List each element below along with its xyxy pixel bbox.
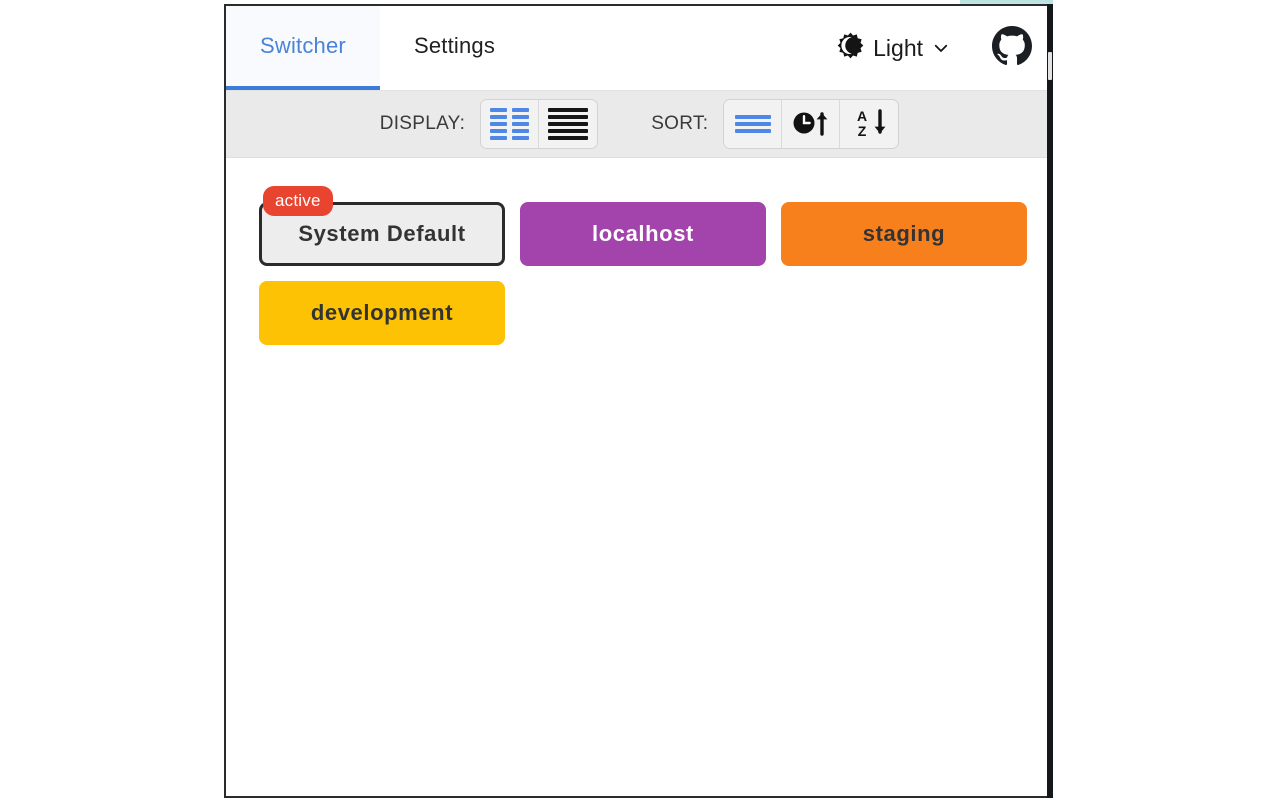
list-view-icon bbox=[548, 108, 588, 140]
svg-text:A: A bbox=[857, 108, 867, 124]
tab-bar: Switcher Settings Light bbox=[226, 6, 1053, 91]
svg-text:Z: Z bbox=[858, 123, 867, 139]
profile-card-system-default[interactable]: active System Default bbox=[259, 202, 505, 266]
profile-card-grid: active System Default localhost staging … bbox=[259, 202, 1034, 345]
sort-manual-button[interactable] bbox=[724, 100, 782, 148]
display-list-button[interactable] bbox=[539, 100, 597, 148]
theme-label: Light bbox=[873, 35, 923, 62]
tab-settings-label: Settings bbox=[414, 33, 495, 59]
sort-lines-icon bbox=[735, 115, 771, 133]
theme-selector[interactable]: Light bbox=[829, 6, 958, 90]
profile-list-panel: active System Default localhost staging … bbox=[226, 158, 1053, 798]
status-badge: active bbox=[263, 186, 333, 216]
app-window: Switcher Settings Light bbox=[224, 4, 1053, 798]
sort-label: SORT: bbox=[651, 113, 708, 135]
sort-recent-button[interactable] bbox=[782, 100, 840, 148]
profile-card-development[interactable]: development bbox=[259, 281, 505, 345]
display-label: DISPLAY: bbox=[380, 113, 465, 135]
display-grid-button[interactable] bbox=[481, 100, 539, 148]
display-sort-toolbar: DISPLAY: bbox=[226, 91, 1053, 158]
profile-card-localhost[interactable]: localhost bbox=[520, 202, 766, 266]
grid-view-icon bbox=[490, 108, 529, 140]
profile-card-staging[interactable]: staging bbox=[781, 202, 1027, 266]
clock-up-arrow-icon bbox=[791, 108, 831, 141]
desktop-background-right bbox=[1053, 0, 1071, 800]
tab-settings[interactable]: Settings bbox=[380, 6, 529, 90]
tab-switcher[interactable]: Switcher bbox=[226, 6, 380, 90]
github-icon bbox=[992, 26, 1032, 71]
brightness-icon bbox=[837, 32, 864, 64]
sort-group: SORT: bbox=[651, 99, 899, 149]
window-right-frame bbox=[1047, 4, 1053, 798]
chevron-down-icon bbox=[932, 39, 950, 57]
profile-card-label: System Default bbox=[298, 221, 465, 247]
tab-switcher-label: Switcher bbox=[260, 33, 346, 59]
screen: Switcher Settings Light bbox=[0, 0, 1280, 800]
sort-button-group: A Z bbox=[723, 99, 899, 149]
profile-card-label: development bbox=[311, 300, 453, 326]
tab-bar-spacer bbox=[529, 6, 829, 90]
github-link[interactable] bbox=[992, 6, 1032, 90]
display-button-group bbox=[480, 99, 598, 149]
profile-card-label: localhost bbox=[592, 221, 694, 247]
profile-card-label: staging bbox=[863, 221, 945, 247]
vertical-scrollbar[interactable] bbox=[1048, 52, 1052, 80]
sort-alpha-button[interactable]: A Z bbox=[840, 100, 898, 148]
display-group: DISPLAY: bbox=[380, 99, 598, 149]
az-down-arrow-icon: A Z bbox=[849, 107, 889, 142]
